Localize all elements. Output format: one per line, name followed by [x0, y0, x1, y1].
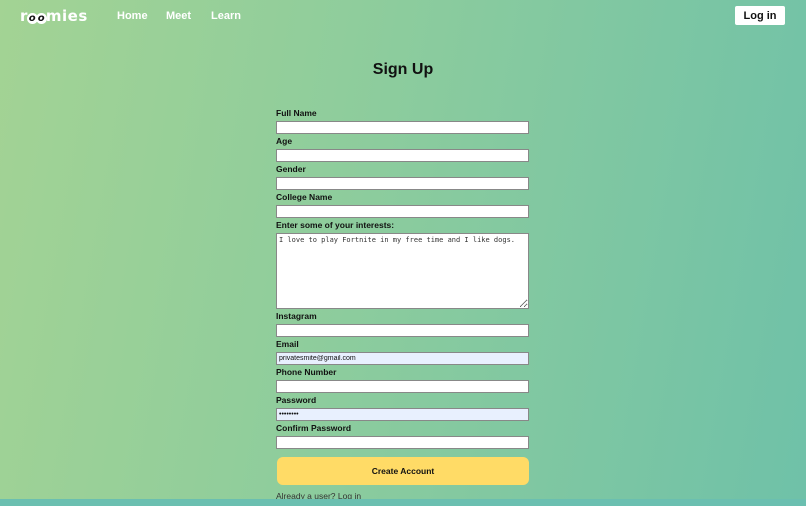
nav-learn-link[interactable]: Learn — [211, 10, 241, 22]
gender-input[interactable] — [276, 177, 529, 190]
phone-number-label: Phone Number — [276, 367, 337, 377]
signup-form: Full Name Age Gender College Name Enter … — [276, 108, 529, 501]
instagram-input[interactable] — [276, 324, 529, 337]
email-input[interactable] — [276, 352, 529, 365]
page-title: Sign Up — [372, 61, 434, 78]
password-input[interactable] — [276, 408, 529, 421]
nav-home-link[interactable]: Home — [117, 10, 148, 22]
age-label: Age — [276, 136, 293, 146]
gender-label: Gender — [276, 164, 306, 174]
college-name-label: College Name — [276, 192, 333, 202]
college-name-input[interactable] — [276, 205, 529, 218]
confirm-password-label: Confirm Password — [276, 423, 352, 433]
phone-number-input[interactable] — [276, 380, 529, 393]
age-input[interactable] — [276, 149, 529, 162]
interests-label: Enter some of your interests: — [276, 220, 395, 230]
instagram-label: Instagram — [276, 311, 317, 321]
full-name-label: Full Name — [276, 108, 317, 118]
email-label: Email — [276, 339, 299, 349]
login-button[interactable]: Log in — [735, 6, 785, 25]
interests-textarea[interactable]: I love to play Fortnite in my free time … — [276, 233, 529, 309]
nav-meet-link[interactable]: Meet — [166, 10, 191, 22]
confirm-password-input[interactable] — [276, 436, 529, 449]
create-account-button[interactable]: Create Account — [277, 457, 529, 485]
full-name-input[interactable] — [276, 121, 529, 134]
password-label: Password — [276, 395, 317, 405]
roomies-logo[interactable]: ro omies — [20, 7, 88, 25]
footer-strip — [0, 499, 806, 506]
